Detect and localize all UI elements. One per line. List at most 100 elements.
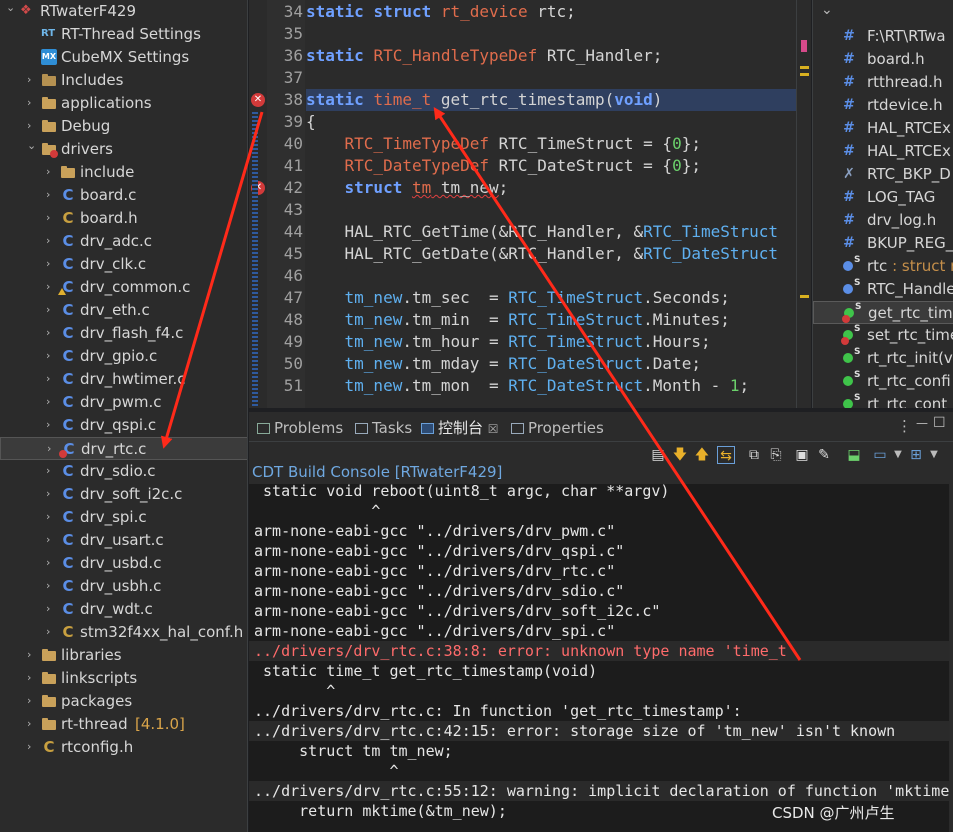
view-menu-icon[interactable]: ⋮	[897, 417, 912, 435]
tree-item[interactable]: › Cdrv_flash_f4.c	[0, 322, 247, 345]
tree-item[interactable]: › Cboard.c	[0, 184, 247, 207]
collapse-icon[interactable]: ⌄	[821, 2, 833, 18]
tree-item[interactable]: › Cdrv_usart.c	[0, 529, 247, 552]
chevron-right-icon[interactable]: ›	[46, 624, 56, 640]
chevron-right-icon[interactable]: ›	[46, 348, 56, 364]
tree-item[interactable]: › include	[0, 161, 247, 184]
chevron-down-icon[interactable]: ⌄	[27, 138, 37, 154]
chevron-right-icon[interactable]: ›	[46, 578, 56, 594]
tree-item[interactable]: ⌄ ❖ RTwaterF429	[0, 0, 247, 23]
tree-item[interactable]: › Cdrv_wdt.c	[0, 598, 247, 621]
outline-item[interactable]: # board.h	[813, 48, 953, 71]
warning-marker[interactable]	[800, 66, 809, 69]
code-line[interactable]: RTC_TimeTypeDef RTC_TimeStruct = {0};	[306, 133, 701, 155]
warning-marker[interactable]	[800, 73, 809, 76]
tree-item[interactable]: › applications	[0, 92, 247, 115]
tree-item[interactable]: › libraries	[0, 644, 247, 667]
chevron-down-icon[interactable]: ⌄	[6, 0, 16, 16]
outline-item[interactable]: # rtthread.h	[813, 71, 953, 94]
copy-icon[interactable]: ⧉	[745, 446, 763, 464]
chevron-right-icon[interactable]: ›	[46, 417, 56, 433]
editor-horizontal-scrollbar[interactable]	[305, 396, 796, 408]
tree-item[interactable]: › Cdrv_gpio.c	[0, 345, 247, 368]
chevron-right-icon[interactable]: ›	[46, 279, 56, 295]
code-line[interactable]: tm_new.tm_mday = RTC_DateStruct.Date;	[306, 353, 701, 375]
code-line[interactable]: tm_new.tm_min = RTC_TimeStruct.Minutes;	[306, 309, 730, 331]
tree-item[interactable]: › packages	[0, 690, 247, 713]
tab-console[interactable]: 控制台 ☒	[421, 416, 499, 440]
code-line[interactable]: static RTC_HandleTypeDef RTC_Handler;	[306, 45, 662, 67]
tree-item[interactable]: › Cdrv_usbh.c	[0, 575, 247, 598]
chevron-right-icon[interactable]: ›	[46, 302, 56, 318]
chevron-right-icon[interactable]: ›	[47, 441, 57, 457]
chevron-right-icon[interactable]: ›	[46, 486, 56, 502]
tree-item[interactable]: › Cdrv_hwtimer.c	[0, 368, 247, 391]
tree-item[interactable]: › Cdrv_sdio.c	[0, 460, 247, 483]
tree-item[interactable]: › linkscripts	[0, 667, 247, 690]
chevron-right-icon[interactable]: ›	[46, 532, 56, 548]
lock-icon[interactable]: ⎘	[767, 446, 785, 464]
code-line[interactable]: static time_t get_rtc_timestamp(void)	[306, 89, 796, 111]
word-wrap-icon[interactable]: ⇆	[717, 446, 735, 464]
clear-icon[interactable]: ▣	[793, 446, 811, 464]
tree-item[interactable]: MX CubeMX Settings	[0, 46, 247, 69]
scroll-down-icon[interactable]: 🡇	[671, 446, 689, 464]
dropdown-icon[interactable]: ▼	[889, 446, 907, 464]
tree-item[interactable]: › Cdrv_spi.c	[0, 506, 247, 529]
outline-item[interactable]: Srt_rtc_cont	[813, 393, 953, 408]
erase-icon[interactable]: ✎	[815, 446, 833, 464]
tree-item[interactable]: › Cdrv_pwm.c	[0, 391, 247, 414]
outline-item[interactable]: # F:\RT\RTwa	[813, 25, 953, 48]
chevron-right-icon[interactable]: ›	[46, 256, 56, 272]
tree-item[interactable]: › Cdrv_rtc.c	[0, 437, 247, 460]
code-line[interactable]: struct tm tm_new;	[306, 177, 509, 199]
chevron-right-icon[interactable]: ›	[27, 670, 37, 686]
outline-item[interactable]: # rtdevice.h	[813, 94, 953, 117]
code-line[interactable]: HAL_RTC_GetTime(&RTC_Handler, &RTC_TimeS…	[306, 221, 778, 243]
tree-item[interactable]: › Includes	[0, 69, 247, 92]
chevron-right-icon[interactable]: ›	[27, 118, 37, 134]
outline-item[interactable]: # HAL_RTCEx	[813, 117, 953, 140]
pin-icon[interactable]: ⬓	[845, 446, 863, 464]
outline-item[interactable]: Sset_rtc_time	[813, 324, 953, 347]
tree-item[interactable]: › rt-thread [4.1.0]	[0, 713, 247, 736]
tree-item[interactable]: › Cdrv_usbd.c	[0, 552, 247, 575]
document-icon[interactable]: ▤	[649, 446, 667, 464]
chevron-right-icon[interactable]: ›	[27, 647, 37, 663]
outline-item[interactable]: Srtc : struct r	[813, 255, 953, 278]
chevron-right-icon[interactable]: ›	[46, 210, 56, 226]
console-output[interactable]: static void reboot(uint8_t argc, char **…	[249, 484, 949, 832]
chevron-right-icon[interactable]: ›	[46, 509, 56, 525]
tree-item[interactable]: › Cdrv_clk.c	[0, 253, 247, 276]
outline-item[interactable]: # HAL_RTCEx	[813, 140, 953, 163]
display-icon[interactable]: ▭	[871, 446, 889, 464]
chevron-right-icon[interactable]: ›	[27, 739, 37, 755]
outline-item[interactable]: # drv_log.h	[813, 209, 953, 232]
dropdown-icon[interactable]: ▼	[925, 446, 943, 464]
tree-item[interactable]: ⌄ drivers	[0, 138, 247, 161]
chevron-right-icon[interactable]: ›	[46, 463, 56, 479]
tree-item[interactable]: › Debug	[0, 115, 247, 138]
chevron-right-icon[interactable]: ›	[27, 693, 37, 709]
outline-item[interactable]: # BKUP_REG_	[813, 232, 953, 255]
maximize-icon[interactable]: ☐	[933, 415, 946, 431]
minimize-icon[interactable]: —	[916, 416, 928, 430]
chevron-right-icon[interactable]: ›	[46, 164, 56, 180]
error-marker[interactable]	[801, 40, 807, 52]
code-line[interactable]: RTC_DateTypeDef RTC_DateStruct = {0};	[306, 155, 701, 177]
chevron-right-icon[interactable]: ›	[46, 601, 56, 617]
code-line[interactable]: tm_new.tm_mon = RTC_DateStruct.Month - 1…	[306, 375, 750, 397]
chevron-right-icon[interactable]: ›	[46, 555, 56, 571]
tree-item[interactable]: › Cdrv_soft_i2c.c	[0, 483, 247, 506]
code-line[interactable]: {	[306, 111, 316, 133]
outline-item[interactable]: S RTC_Handle	[813, 278, 953, 301]
code-line[interactable]: HAL_RTC_GetDate(&RTC_Handler, &RTC_DateS…	[306, 243, 778, 265]
code-editor[interactable]: ✕✕ 343536373839404142434445464748495051 …	[249, 0, 811, 408]
code-line[interactable]: tm_new.tm_hour = RTC_TimeStruct.Hours;	[306, 331, 711, 353]
close-icon[interactable]: ☒	[488, 422, 499, 436]
outline-item[interactable]: Sget_rtc_tim	[813, 301, 953, 324]
chevron-right-icon[interactable]: ›	[27, 95, 37, 111]
new-console-icon[interactable]: ⊞	[907, 446, 925, 464]
tab-problems[interactable]: Problems	[257, 416, 343, 440]
tree-item[interactable]: › Cdrv_eth.c	[0, 299, 247, 322]
